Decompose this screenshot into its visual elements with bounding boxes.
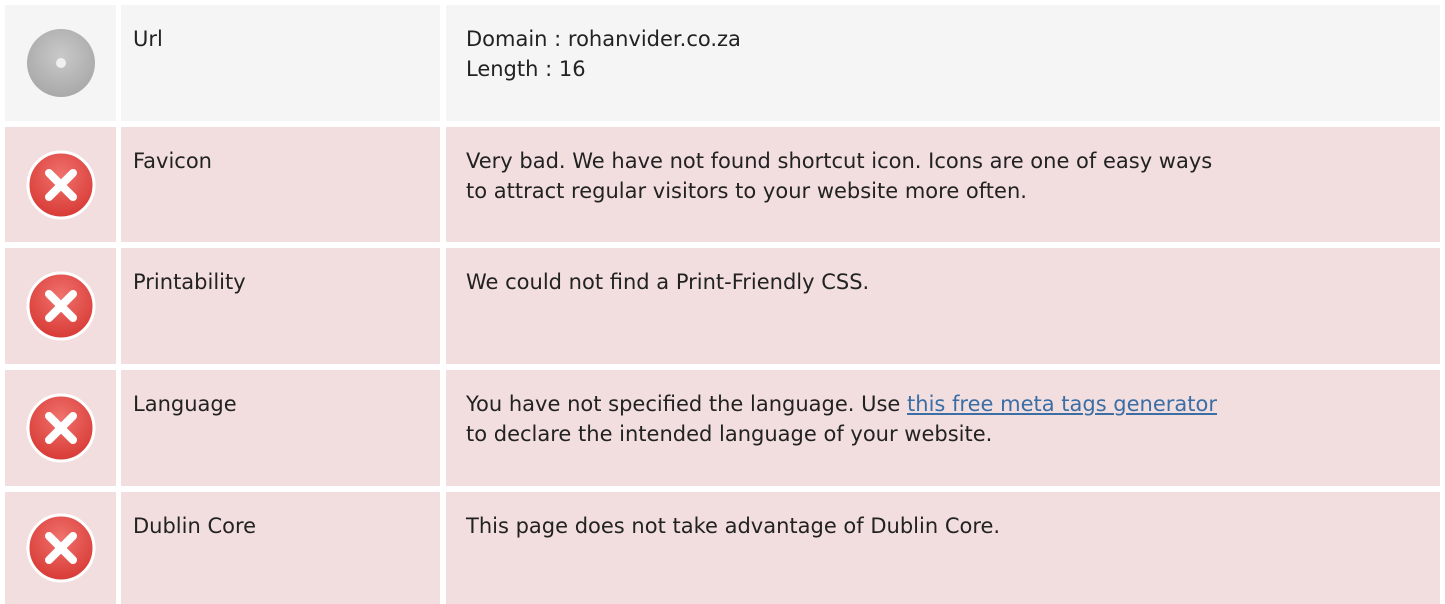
report-row-dublin-core: Dublin Core This page does not take adva… — [5, 492, 1440, 604]
error-x-icon — [26, 271, 95, 341]
domain-text: Domain : rohanvider.co.za — [466, 27, 741, 51]
row-label: Url — [121, 5, 440, 121]
error-x-icon — [26, 513, 95, 583]
row-value: We could not find a Print-Friendly CSS. — [446, 248, 1440, 364]
error-x-icon — [26, 150, 95, 219]
meta-tags-generator-link[interactable]: this free meta tags generator — [907, 392, 1217, 416]
info-disc-icon — [26, 29, 95, 97]
row-label: Printability — [121, 248, 440, 364]
status-cell — [5, 127, 116, 242]
row-label: Favicon — [121, 127, 440, 242]
report-row-printability: Printability We could not find a Print-F… — [5, 248, 1440, 364]
status-cell — [5, 492, 116, 604]
row-value: You have not specified the language. Use… — [446, 370, 1440, 486]
error-x-icon — [26, 393, 95, 463]
report-row-language: Language You have not specified the lang… — [5, 370, 1440, 486]
status-cell — [5, 248, 116, 364]
row-label: Dublin Core — [121, 492, 440, 604]
status-cell — [5, 370, 116, 486]
report-row-url: Url Domain : rohanvider.co.za Length : 1… — [5, 5, 1440, 121]
report-row-favicon: Favicon Very bad. We have not found shor… — [5, 127, 1440, 242]
seo-report-table: Url Domain : rohanvider.co.za Length : 1… — [0, 0, 1445, 604]
length-text: Length : 16 — [466, 57, 586, 81]
row-value: Domain : rohanvider.co.za Length : 16 — [446, 5, 1440, 121]
row-value: This page does not take advantage of Dub… — [446, 492, 1440, 604]
row-label: Language — [121, 370, 440, 486]
row-value: Very bad. We have not found shortcut ico… — [446, 127, 1440, 242]
status-cell — [5, 5, 116, 121]
